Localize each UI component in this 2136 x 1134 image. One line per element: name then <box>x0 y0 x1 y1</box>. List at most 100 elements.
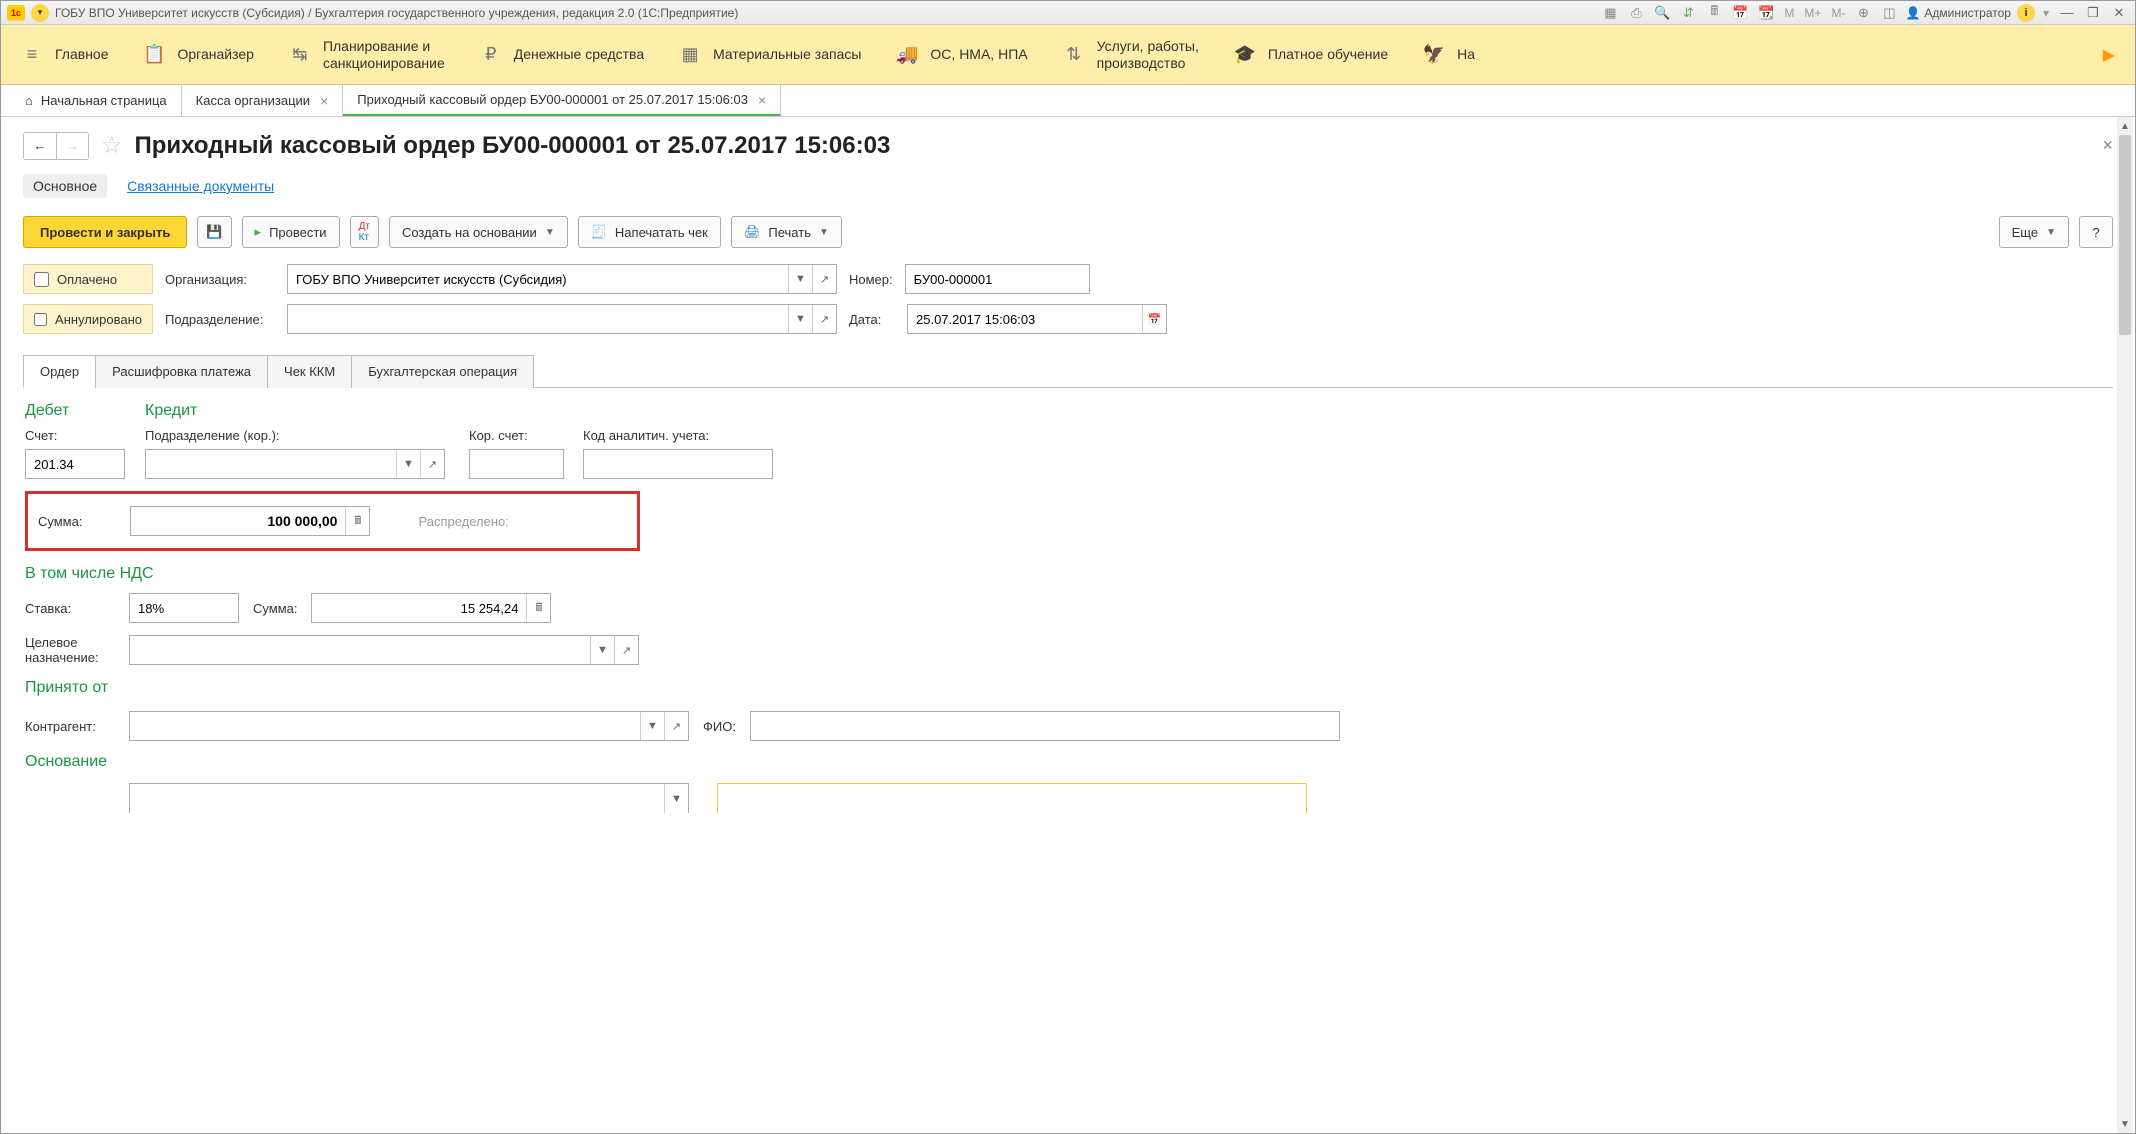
nav-organizer[interactable]: 📋Органайзер <box>144 44 254 66</box>
inner-tab-payment-details[interactable]: Расшифровка платежа <box>95 355 268 388</box>
fio-input[interactable] <box>751 712 1339 740</box>
dropdown-icon[interactable]: ▼ <box>664 784 688 813</box>
help-button[interactable]: ? <box>2079 216 2113 248</box>
basis-input[interactable] <box>130 784 664 813</box>
inner-tab-order[interactable]: Ордер <box>23 355 96 388</box>
titlebar-zoom-icon[interactable]: ⊕ <box>1853 4 1873 22</box>
titlebar-calendar1-icon[interactable]: 📅 <box>1730 4 1750 22</box>
dropdown-icon[interactable]: ▼ <box>590 636 614 664</box>
print-receipt-button[interactable]: 🧾Напечатать чек <box>578 216 721 248</box>
nav-education[interactable]: 🎓Платное обучение <box>1234 44 1388 66</box>
org-field[interactable]: ▼ ↗ <box>287 264 837 294</box>
tab-close-icon[interactable]: × <box>320 93 328 109</box>
nav-hamburger[interactable]: ≡Главное <box>21 44 109 66</box>
inner-tab-kkm[interactable]: Чек ККМ <box>267 355 352 388</box>
info-caret[interactable]: ▾ <box>2041 6 2051 20</box>
analytic-field[interactable] <box>583 449 773 479</box>
maximize-button[interactable]: ❐ <box>2083 4 2103 22</box>
titlebar-calc-icon[interactable]: 🖩 <box>1704 4 1724 22</box>
basis-highlight-input[interactable] <box>718 784 1306 813</box>
counterparty-input[interactable] <box>130 712 640 740</box>
corr-account-field[interactable]: ▼ <box>469 449 564 479</box>
calculator-icon[interactable]: 🖩 <box>345 507 369 535</box>
basis-highlight-field[interactable] <box>717 783 1307 813</box>
open-icon[interactable]: ↗ <box>812 265 836 293</box>
home-tab[interactable]: ⌂ Начальная страница <box>11 85 182 116</box>
open-icon[interactable]: ↗ <box>420 450 444 478</box>
date-input[interactable] <box>908 305 1142 333</box>
nav-planning[interactable]: ↹Планирование и санкционирование <box>289 38 445 72</box>
fio-field[interactable] <box>750 711 1340 741</box>
nav-money[interactable]: ₽Денежные средства <box>480 44 644 66</box>
counterparty-field[interactable]: ▼ ↗ <box>129 711 689 741</box>
titlebar-mminus-button[interactable]: М- <box>1829 6 1847 20</box>
account-field[interactable]: ▼ <box>25 449 125 479</box>
calendar-icon[interactable]: 📅 <box>1142 305 1166 333</box>
print-button[interactable]: 🖨Печать▼ <box>731 216 842 248</box>
analytic-input[interactable] <box>584 450 776 478</box>
calculator-icon[interactable]: 🖩 <box>526 594 550 622</box>
paid-checkbox[interactable]: Оплачено <box>23 264 153 294</box>
tab-cash-order[interactable]: Приходный кассовый ордер БУ00-000001 от … <box>343 85 781 116</box>
dropdown-icon[interactable]: ▼ <box>640 712 664 740</box>
info-button[interactable]: i <box>2017 4 2035 22</box>
dtkt-button[interactable]: ДтКт <box>350 216 379 248</box>
inner-tab-accounting[interactable]: Бухгалтерская операция <box>351 355 534 388</box>
tab-cash-register[interactable]: Касса организации × <box>182 85 344 116</box>
post-and-close-button[interactable]: Провести и закрыть <box>23 216 187 248</box>
dept-corr-field[interactable]: ▼ ↗ <box>145 449 445 479</box>
page-close-button[interactable]: × <box>2102 135 2113 156</box>
dept-corr-input[interactable] <box>146 450 396 478</box>
titlebar-compare-icon[interactable]: ⇵ <box>1678 4 1698 22</box>
nav-services[interactable]: ⇅Услуги, работы, производство <box>1063 38 1199 72</box>
open-icon[interactable]: ↗ <box>664 712 688 740</box>
sum-field[interactable]: 🖩 <box>130 506 370 536</box>
basis-field[interactable]: ▼ <box>129 783 689 813</box>
app-menu-dropdown[interactable]: ▾ <box>31 4 49 22</box>
nav-more[interactable]: 🦅На <box>1423 44 1475 66</box>
subnav-related-docs[interactable]: Связанные документы <box>127 174 274 198</box>
rate-field[interactable]: ▼ <box>129 593 239 623</box>
titlebar-search-icon[interactable]: 🔍 <box>1652 4 1672 22</box>
nav-assets[interactable]: 🚚ОС, НМА, НПА <box>896 44 1027 66</box>
scroll-thumb[interactable] <box>2119 135 2131 335</box>
date-field[interactable]: 📅 <box>907 304 1167 334</box>
open-icon[interactable]: ↗ <box>812 305 836 333</box>
nav-materials[interactable]: ▦Материальные запасы <box>679 44 861 66</box>
open-icon[interactable]: ↗ <box>614 636 638 664</box>
dropdown-icon[interactable]: ▼ <box>788 305 812 333</box>
number-input[interactable] <box>906 265 1098 293</box>
nav-scroll-right[interactable]: ▶ <box>2103 45 2115 65</box>
purpose-field[interactable]: ▼ ↗ <box>129 635 639 665</box>
titlebar-mplus-button[interactable]: М+ <box>1802 6 1823 20</box>
cancelled-checkbox[interactable]: Аннулировано <box>23 304 153 334</box>
scroll-up-icon[interactable]: ▲ <box>2117 117 2133 135</box>
post-button[interactable]: ▸Провести <box>242 216 340 248</box>
scroll-track[interactable] <box>2117 135 2133 1115</box>
dept-field[interactable]: ▼ ↗ <box>287 304 837 334</box>
vertical-scrollbar[interactable]: ▲ ▼ <box>2117 117 2133 1133</box>
save-button[interactable]: 💾 <box>197 216 231 248</box>
user-label[interactable]: 👤 Администратор <box>1905 6 2011 20</box>
scroll-down-icon[interactable]: ▼ <box>2117 1115 2133 1133</box>
minimize-button[interactable]: — <box>2057 4 2077 22</box>
vat-sum-field[interactable]: 🖩 <box>311 593 551 623</box>
forward-button[interactable]: → <box>56 133 88 159</box>
titlebar-m-button[interactable]: М <box>1782 6 1796 20</box>
cancelled-checkbox-input[interactable] <box>34 312 47 327</box>
dropdown-icon[interactable]: ▼ <box>396 450 420 478</box>
titlebar-grid-icon[interactable]: ▦ <box>1600 4 1620 22</box>
titlebar-panels-icon[interactable]: ◫ <box>1879 4 1899 22</box>
back-button[interactable]: ← <box>24 133 56 159</box>
vat-sum-input[interactable] <box>312 594 526 622</box>
subnav-main[interactable]: Основное <box>23 174 107 198</box>
tab-close-icon[interactable]: × <box>758 92 766 108</box>
more-button[interactable]: Еще▼ <box>1999 216 2069 248</box>
purpose-input[interactable] <box>130 636 590 664</box>
paid-checkbox-input[interactable] <box>34 272 49 287</box>
favorite-star-icon[interactable]: ☆ <box>101 131 123 160</box>
dept-input[interactable] <box>288 305 788 333</box>
titlebar-calendar2-icon[interactable]: 📆 <box>1756 4 1776 22</box>
dropdown-icon[interactable]: ▼ <box>788 265 812 293</box>
number-field[interactable] <box>905 264 1090 294</box>
